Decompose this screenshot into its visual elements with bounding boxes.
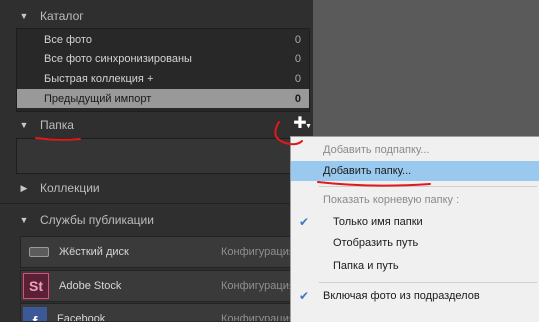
collections-title: Коллекции bbox=[40, 181, 100, 195]
menu-item-label: Добавить подпапку... bbox=[323, 144, 430, 156]
catalog-item-label: Предыдущий импорт bbox=[44, 92, 152, 105]
checkmark-icon: ✔ bbox=[299, 215, 310, 229]
menu-item-label: Добавить папку... bbox=[323, 165, 412, 177]
catalog-item-count: 0 bbox=[294, 72, 301, 85]
catalog-item-quick-collection[interactable]: Быстрая коллекция + 0 bbox=[17, 69, 309, 88]
collections-header[interactable]: ▶ Коллекции bbox=[0, 176, 313, 200]
menu-item-label: Папка и путь bbox=[333, 260, 399, 272]
hard-drive-icon bbox=[29, 247, 49, 257]
menu-item-folder-and-path[interactable]: Папка и путь bbox=[291, 256, 539, 276]
catalog-title: Каталог bbox=[40, 9, 84, 23]
folders-header[interactable]: ▼ Папка bbox=[0, 113, 313, 137]
menu-separator bbox=[319, 186, 537, 187]
catalog-item-count: 0 bbox=[294, 52, 301, 65]
publish-item-name: Жёсткий диск bbox=[59, 246, 129, 258]
collapse-triangle-icon[interactable]: ▼ bbox=[14, 11, 34, 21]
menu-item-label: Показать корневую папку : bbox=[323, 194, 460, 206]
divider bbox=[0, 203, 313, 204]
catalog-item-count: 0 bbox=[294, 33, 301, 46]
menu-item-label: Отобразить путь bbox=[333, 237, 419, 249]
catalog-item-previous-import[interactable]: Предыдущий импорт 0 bbox=[17, 89, 309, 108]
publish-item-facebook[interactable]: f Facebook Конфигурация... bbox=[20, 303, 309, 321]
checkmark-icon: ✔ bbox=[299, 289, 310, 303]
menu-item-include-subfolders[interactable]: ✔ Включая фото из подразделов bbox=[291, 286, 539, 306]
catalog-list: Все фото 0 Все фото синхронизированы 0 Б… bbox=[16, 28, 310, 112]
folders-list bbox=[16, 138, 310, 174]
folder-add-menu: Добавить подпапку... Добавить папку... П… bbox=[290, 136, 539, 322]
catalog-item-label: Быстрая коллекция + bbox=[44, 72, 154, 85]
publish-item-adobe-stock[interactable]: St Adobe Stock Конфигурация... bbox=[20, 270, 309, 302]
publish-item-name: Adobe Stock bbox=[59, 280, 122, 292]
publish-services-title: Службы публикации bbox=[40, 213, 154, 227]
catalog-item-count: 0 bbox=[294, 92, 301, 105]
menu-item-add-folder[interactable]: Добавить папку... bbox=[291, 161, 539, 181]
catalog-item-all-photos[interactable]: Все фото 0 bbox=[17, 30, 309, 49]
folders-title: Папка bbox=[40, 118, 74, 132]
menu-header-show-root: Показать корневую папку : bbox=[291, 190, 539, 210]
left-panel: ▼ Каталог Все фото 0 Все фото синхронизи… bbox=[0, 0, 313, 321]
catalog-header[interactable]: ▼ Каталог bbox=[0, 4, 313, 28]
adobe-stock-icon: St bbox=[23, 273, 49, 299]
dropdown-arrow-icon[interactable]: ▼ bbox=[305, 123, 312, 130]
menu-item-folder-name-only[interactable]: ✔ Только имя папки bbox=[291, 212, 539, 232]
facebook-icon: f bbox=[23, 307, 47, 321]
catalog-item-all-synced[interactable]: Все фото синхронизированы 0 bbox=[17, 49, 309, 68]
menu-item-add-subfolder: Добавить подпапку... bbox=[291, 140, 539, 160]
collapse-triangle-icon[interactable]: ▼ bbox=[14, 120, 34, 130]
catalog-item-label: Все фото bbox=[44, 33, 92, 46]
publish-services-header[interactable]: ▼ Службы публикации bbox=[0, 208, 313, 232]
menu-item-label: Включая фото из подразделов bbox=[323, 290, 480, 302]
expand-triangle-icon[interactable]: ▶ bbox=[14, 183, 34, 194]
catalog-item-label: Все фото синхронизированы bbox=[44, 52, 192, 65]
menu-separator bbox=[319, 282, 537, 283]
menu-item-show-path[interactable]: Отобразить путь bbox=[291, 233, 539, 253]
menu-item-label: Только имя папки bbox=[333, 216, 423, 228]
publish-item-hard-drive[interactable]: Жёсткий диск Конфигурация... bbox=[20, 236, 309, 268]
publish-item-name: Facebook bbox=[57, 313, 106, 321]
collapse-triangle-icon[interactable]: ▼ bbox=[14, 215, 34, 225]
